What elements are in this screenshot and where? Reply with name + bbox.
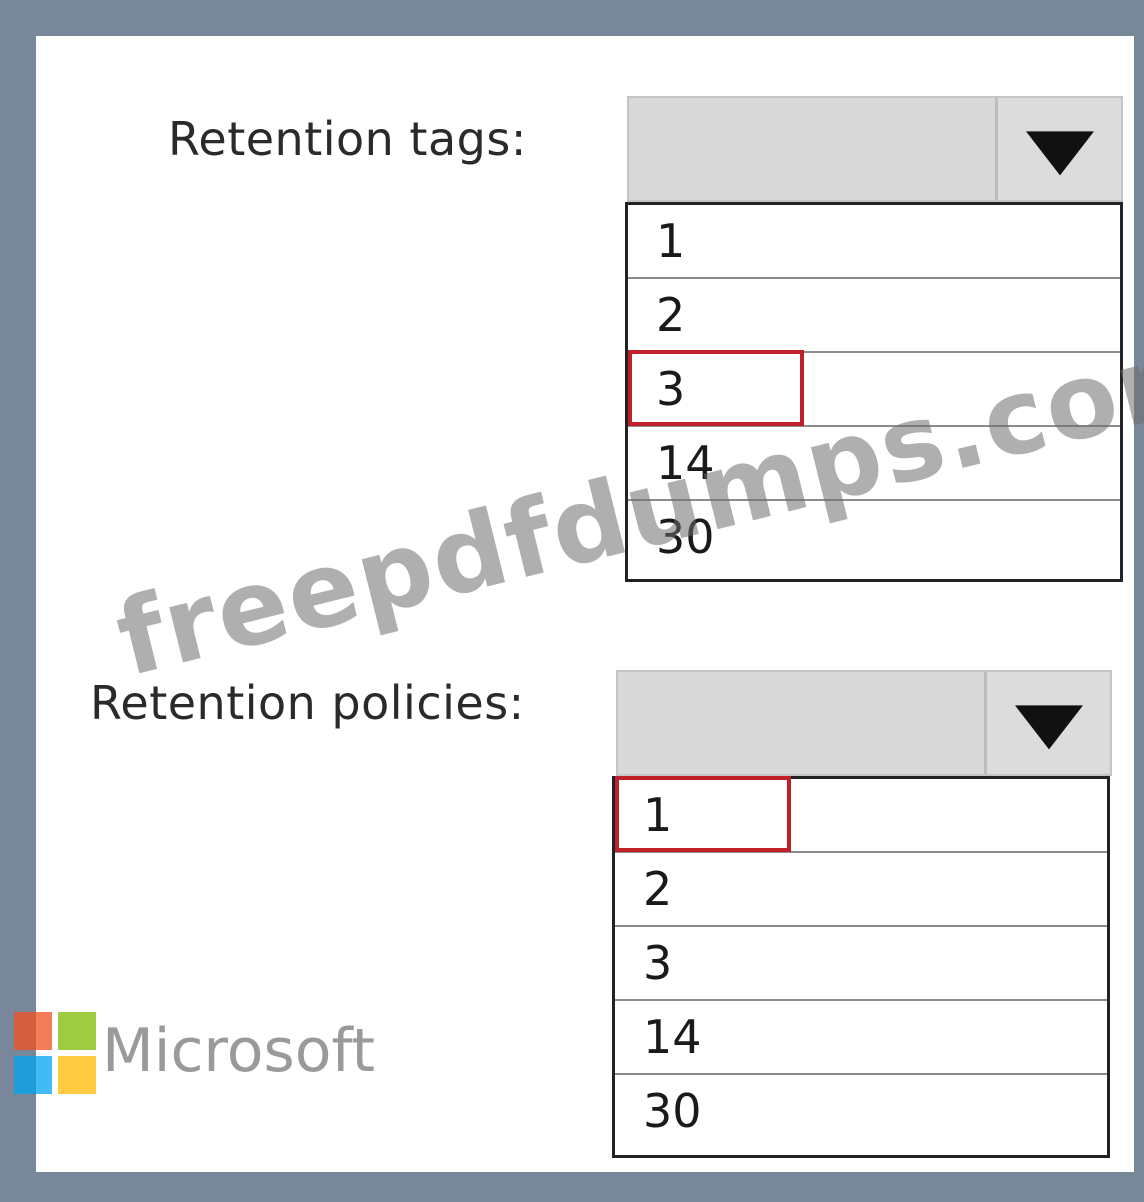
retention-tags-dropdown[interactable] xyxy=(627,96,1123,202)
retention-policies-option[interactable]: 3 xyxy=(615,927,1107,1001)
logo-square xyxy=(14,1012,52,1050)
option-text: 14 xyxy=(656,436,715,490)
retention-tags-option[interactable]: 14 xyxy=(628,427,1120,501)
option-text: 1 xyxy=(643,788,673,842)
retention-policies-selected-value xyxy=(618,672,990,774)
option-text: 2 xyxy=(643,862,673,916)
option-text: 14 xyxy=(643,1010,702,1064)
retention-tags-option[interactable]: 1 xyxy=(628,205,1120,279)
selection-highlight xyxy=(628,350,804,426)
option-text: 30 xyxy=(656,510,715,564)
option-text: 30 xyxy=(643,1084,702,1138)
retention-policies-dropdown[interactable] xyxy=(616,670,1112,776)
retention-policies-dropdown-button[interactable] xyxy=(984,672,1110,774)
retention-policies-option[interactable]: 30 xyxy=(615,1075,1107,1149)
option-text: 1 xyxy=(656,214,686,268)
retention-tags-dropdown-button[interactable] xyxy=(995,98,1121,200)
retention-policies-option[interactable]: 14 xyxy=(615,1001,1107,1075)
logo-square xyxy=(14,1056,52,1094)
retention-policies-option-selected[interactable]: 1 xyxy=(615,776,1107,853)
retention-tags-label: Retention tags: xyxy=(168,112,527,166)
microsoft-logo-icon xyxy=(14,1012,96,1094)
retention-policies-option[interactable]: 2 xyxy=(615,853,1107,927)
triangle-down-icon xyxy=(1014,705,1083,750)
retention-tags-option[interactable]: 30 xyxy=(628,501,1120,575)
selection-highlight xyxy=(615,776,791,852)
retention-tags-option-selected[interactable]: 3 xyxy=(628,350,1120,427)
retention-tags-option[interactable]: 2 xyxy=(628,279,1120,353)
option-text: 3 xyxy=(643,936,673,990)
logo-square xyxy=(58,1056,96,1094)
logo-square xyxy=(58,1012,96,1050)
microsoft-wordmark: Microsoft xyxy=(102,1016,376,1086)
retention-tags-option-list: 1 2 3 14 30 xyxy=(625,202,1123,582)
retention-tags-selected-value xyxy=(629,98,1001,200)
triangle-down-icon xyxy=(1025,131,1094,176)
retention-policies-label: Retention policies: xyxy=(90,676,525,730)
option-text: 2 xyxy=(656,288,686,342)
retention-policies-option-list: 1 2 3 14 30 xyxy=(612,776,1110,1158)
option-text: 3 xyxy=(656,362,686,416)
